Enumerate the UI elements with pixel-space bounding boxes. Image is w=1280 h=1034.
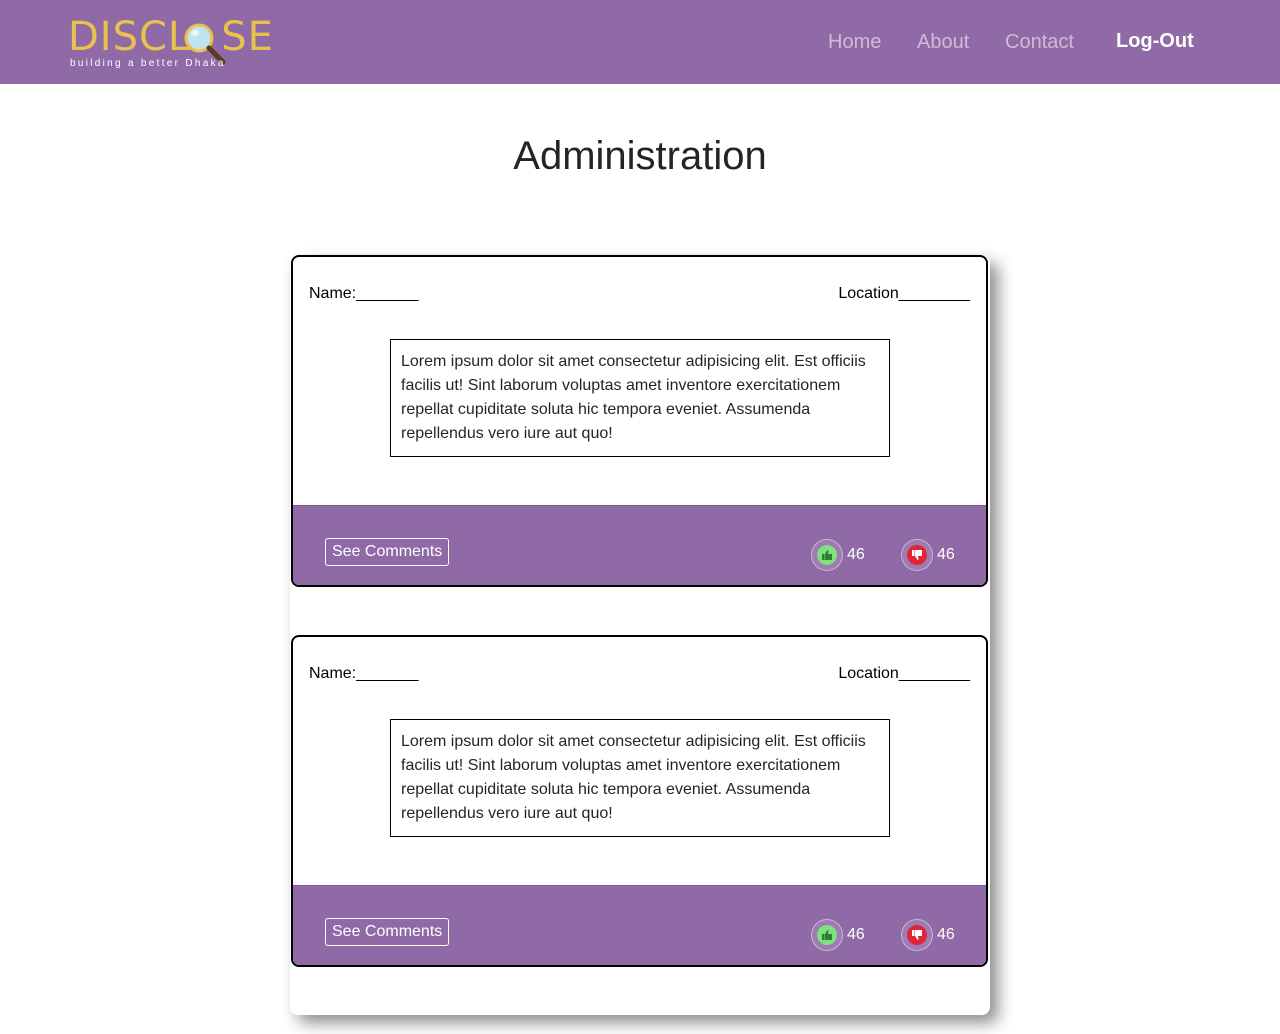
post-card: Name:_______ Location________ Lorem ipsu… (291, 255, 988, 587)
posts-container: Name:_______ Location________ Lorem ipsu… (290, 255, 990, 1015)
logo-tagline: building a better Dhaka (70, 58, 226, 69)
post-footer: See Comments 46 46 (293, 505, 986, 585)
logout-link[interactable]: Log-Out (1116, 29, 1194, 53)
post-location-label: Location________ (838, 665, 970, 682)
post-body-text: Lorem ipsum dolor sit amet consectetur a… (390, 719, 890, 837)
thumbs-up-icon (811, 919, 843, 951)
nav-contact-link[interactable]: Contact (1005, 30, 1074, 54)
upvote-button[interactable]: 46 (811, 539, 865, 571)
post-body-text: Lorem ipsum dolor sit amet consectetur a… (390, 339, 890, 457)
thumbs-down-icon (901, 539, 933, 571)
upvote-count: 46 (847, 926, 865, 943)
post-footer: See Comments 46 46 (293, 885, 986, 965)
post-card: Name:_______ Location________ Lorem ipsu… (291, 635, 988, 967)
downvote-button[interactable]: 46 (901, 539, 955, 571)
thumbs-down-icon (901, 919, 933, 951)
downvote-count: 46 (937, 546, 955, 563)
post-name-label: Name:_______ (309, 665, 419, 682)
page-title: Administration (513, 134, 767, 178)
post-location-label: Location________ (838, 285, 970, 302)
navbar: DISCL SE building a better Dhaka Home Abo… (0, 0, 1280, 84)
thumbs-up-icon (811, 539, 843, 571)
post-name-label: Name:_______ (309, 285, 419, 302)
upvote-button[interactable]: 46 (811, 919, 865, 951)
upvote-count: 46 (847, 546, 865, 563)
disclose-logo[interactable]: DISCL SE building a better Dhaka (68, 14, 273, 74)
nav-home-link[interactable]: Home (828, 30, 881, 54)
logo-wordmark: DISCL SE (68, 14, 274, 60)
downvote-button[interactable]: 46 (901, 919, 955, 951)
see-comments-button[interactable]: See Comments (325, 918, 450, 946)
downvote-count: 46 (937, 926, 955, 943)
nav-about-link[interactable]: About (917, 30, 969, 54)
see-comments-button[interactable]: See Comments (325, 538, 450, 566)
